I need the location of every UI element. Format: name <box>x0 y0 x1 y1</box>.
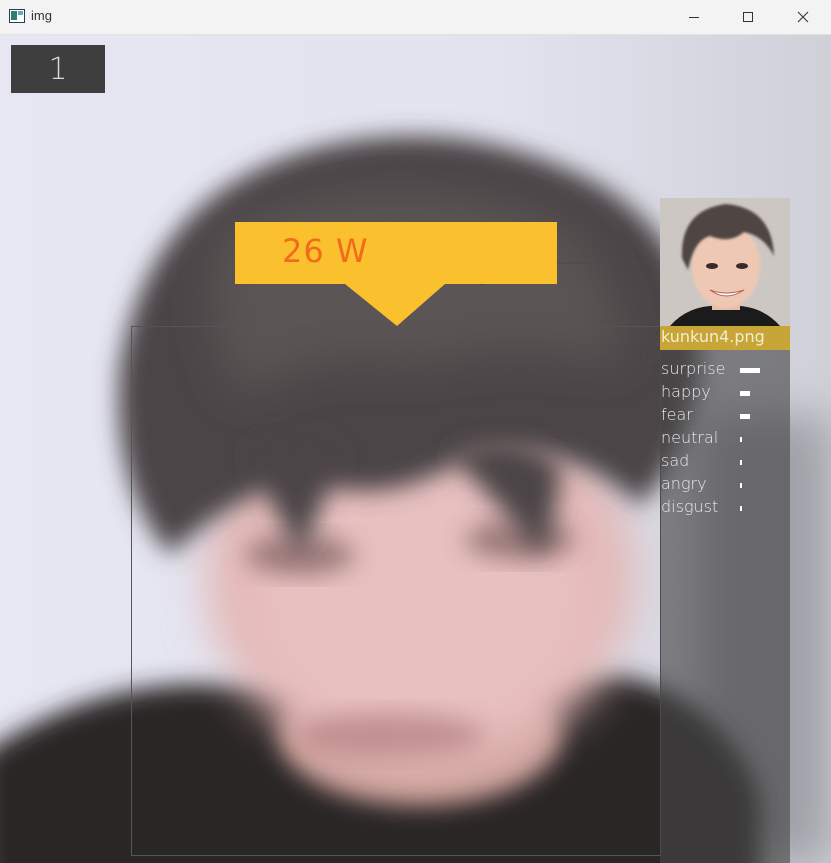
window-title-bar: img <box>0 0 831 35</box>
maximize-icon <box>743 12 753 22</box>
window-title: img <box>31 8 52 23</box>
emotion-label: disgust <box>661 497 719 516</box>
emotion-label: surprise <box>661 359 726 378</box>
emotion-score-bar <box>740 437 742 442</box>
emotion-row-disgust: disgust <box>660 497 790 520</box>
emotion-score-bar <box>740 414 750 419</box>
emotion-label: angry <box>661 474 707 493</box>
maximize-button[interactable] <box>721 0 775 34</box>
emotion-side-panel: kunkun4.png surprise happy fear neutral … <box>660 198 790 863</box>
image-canvas: 1 26 W kunkun4.png surprise happy fear n… <box>0 35 831 863</box>
emotion-row-sad: sad <box>660 451 790 474</box>
age-gender-callout: 26 W <box>235 222 557 327</box>
emotion-row-neutral: neutral <box>660 428 790 451</box>
match-filename: kunkun4.png <box>661 327 765 346</box>
close-icon <box>797 11 809 23</box>
app-window-icon <box>9 9 25 23</box>
close-button[interactable] <box>776 0 830 34</box>
face-bounding-box <box>131 326 661 856</box>
emotion-row-happy: happy <box>660 382 790 405</box>
emotion-row-surprise: surprise <box>660 359 790 382</box>
age-gender-label: 26 W <box>282 232 369 270</box>
minimize-icon <box>689 17 699 18</box>
emotion-label: fear <box>661 405 693 424</box>
emotion-score-bar <box>740 483 742 488</box>
emotion-score-bar <box>740 506 742 511</box>
matched-face-thumbnail <box>660 198 790 326</box>
minimize-button[interactable] <box>667 0 721 34</box>
emotion-score-bar <box>740 391 750 396</box>
emotion-label: happy <box>661 382 711 401</box>
emotion-label: sad <box>661 451 690 470</box>
match-name-bar: kunkun4.png <box>660 326 790 350</box>
emotion-label: neutral <box>661 428 719 447</box>
emotion-row-fear: fear <box>660 405 790 428</box>
frame-counter: 1 <box>11 45 105 93</box>
emotion-score-bar <box>740 460 742 465</box>
emotion-score-bar <box>740 368 760 373</box>
emotion-row-angry: angry <box>660 474 790 497</box>
